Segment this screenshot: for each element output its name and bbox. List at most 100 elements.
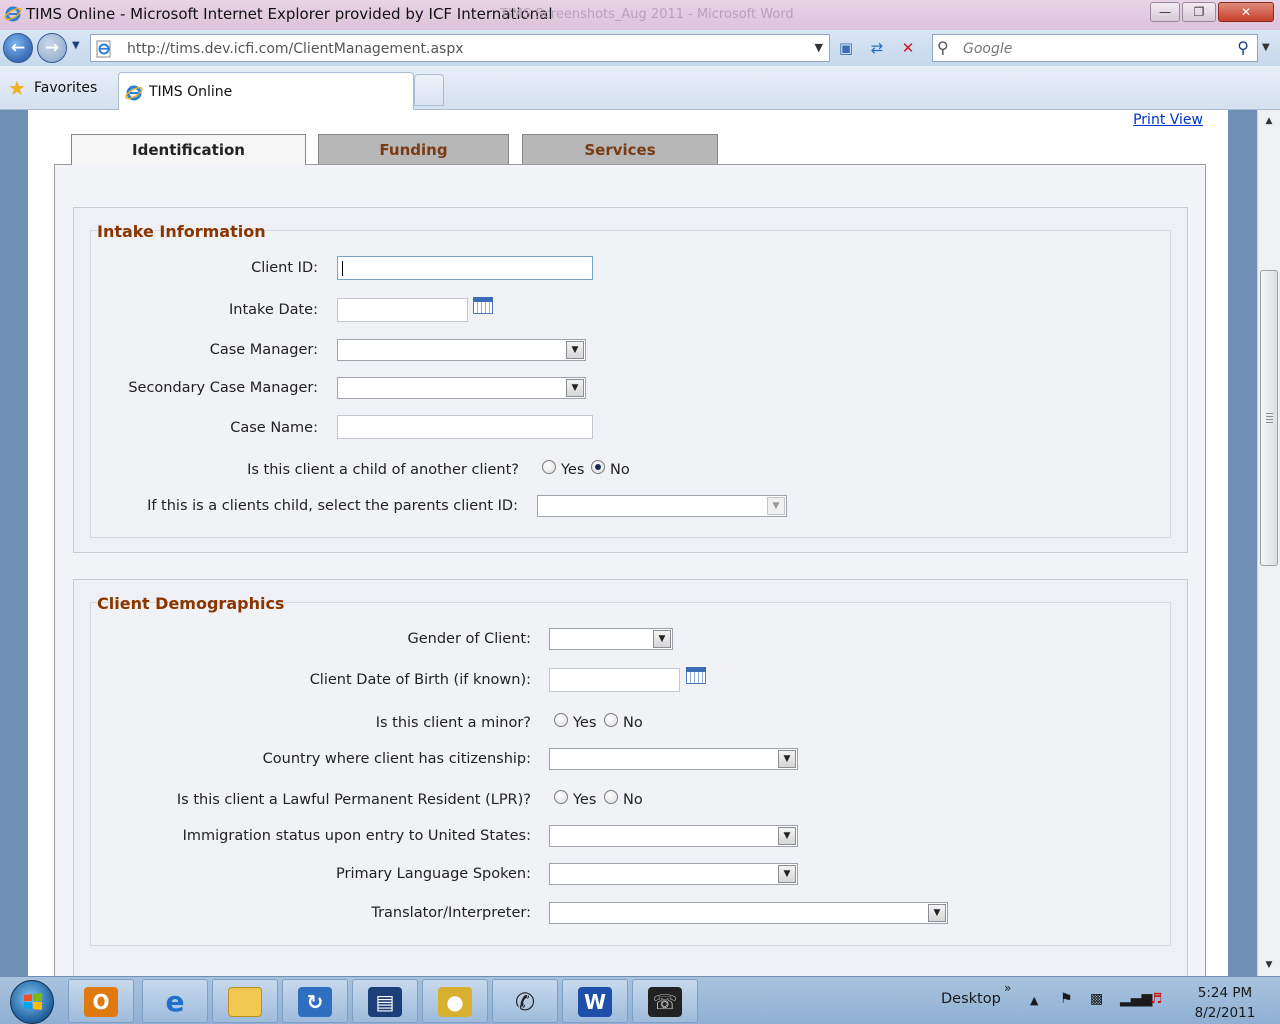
intake-section: Intake Information Client ID: Intake Dat… xyxy=(73,207,1188,553)
taskbar: O e ↻ ▤ ● ✆ W ☏ Desktop » ▲ ⚑ ▩ ▂▄▆ ♬ 5:… xyxy=(0,976,1280,1024)
primary-language-select[interactable]: ▼ xyxy=(549,863,798,885)
forward-button[interactable]: → xyxy=(37,33,67,63)
phone-taskbar-button[interactable]: ✆ xyxy=(492,979,558,1023)
browser-tab-title: TIMS Online xyxy=(149,84,233,100)
gender-select[interactable]: ▼ xyxy=(549,628,673,650)
device-icon[interactable]: ▩ xyxy=(1090,991,1103,1007)
gender-label: Gender of Client: xyxy=(407,631,532,647)
network-signal-icon[interactable]: ▂▄▆ xyxy=(1120,991,1152,1007)
browser-tab[interactable]: TIMS Online xyxy=(118,72,414,110)
search-provider-icon: ⚲ xyxy=(937,38,949,57)
minor-yes-radio[interactable] xyxy=(554,713,568,727)
chevron-down-icon: ▼ xyxy=(778,865,796,883)
desktop-toolbar-label[interactable]: Desktop xyxy=(941,991,1001,1007)
dialer-taskbar-button[interactable]: ☏ xyxy=(632,979,698,1023)
case-name-label: Case Name: xyxy=(230,420,318,436)
case-manager-select[interactable]: ▼ xyxy=(337,339,586,361)
minimize-button[interactable]: — xyxy=(1150,2,1180,22)
intake-date-input[interactable] xyxy=(337,298,468,322)
chevron-down-icon: ▼ xyxy=(928,904,946,922)
word-taskbar-button[interactable]: W xyxy=(562,979,628,1023)
show-hidden-icons-icon[interactable]: ▲ xyxy=(1030,994,1038,1007)
favorites-bar: ★ Favorites TIMS Online xyxy=(0,66,1280,110)
dob-input[interactable] xyxy=(549,668,680,692)
action-center-flag-icon[interactable]: ⚑ xyxy=(1060,991,1073,1007)
window-title-bar: TIMS Online - Microsoft Internet Explore… xyxy=(0,0,1280,30)
immigration-status-label: Immigration status upon entry to United … xyxy=(182,828,531,844)
url-field[interactable]: http://tims.dev.icfi.com/ClientManagemen… xyxy=(90,34,830,62)
calendar-icon[interactable] xyxy=(686,667,706,684)
child-no-radio[interactable] xyxy=(591,460,605,474)
scroll-down-icon[interactable]: ▼ xyxy=(1260,956,1278,974)
chevron-down-icon: ▼ xyxy=(767,497,785,515)
internet-explorer-icon xyxy=(125,85,143,101)
tab-identification[interactable]: Identification xyxy=(71,134,306,165)
start-button[interactable] xyxy=(10,980,54,1024)
minor-no-label: No xyxy=(623,715,643,731)
refresh-icon[interactable]: ⇄ xyxy=(866,38,888,60)
scroll-up-icon[interactable]: ▲ xyxy=(1260,112,1278,130)
network-taskbar-button[interactable]: ▤ xyxy=(352,979,418,1023)
dialer-icon: ☏ xyxy=(648,987,682,1017)
outlook-taskbar-button[interactable]: O xyxy=(68,979,134,1023)
calendar-icon[interactable] xyxy=(473,297,493,314)
parent-client-label: If this is a clients child, select the p… xyxy=(147,498,518,514)
minor-yes-label: Yes xyxy=(573,715,597,731)
internet-explorer-icon xyxy=(4,6,22,22)
intake-date-label: Intake Date: xyxy=(229,302,318,318)
secondary-case-manager-label: Secondary Case Manager: xyxy=(128,380,318,396)
citizenship-label: Country where client has citizenship: xyxy=(262,751,531,767)
phone-icon: ✆ xyxy=(514,988,536,1016)
url-text: http://tims.dev.icfi.com/ClientManagemen… xyxy=(127,41,464,57)
stop-icon[interactable]: ✕ xyxy=(897,38,919,60)
background-window-title: TIMS Screenshots_Aug 2011 - Microsoft Wo… xyxy=(500,7,794,22)
translator-select[interactable]: ▼ xyxy=(549,902,948,924)
case-name-input[interactable] xyxy=(337,415,593,439)
minor-no-radio[interactable] xyxy=(604,713,618,727)
page-content: Print View Identification Funding Servic… xyxy=(28,110,1228,976)
vertical-scrollbar[interactable]: ▲ ▼ xyxy=(1257,110,1280,976)
immigration-status-select[interactable]: ▼ xyxy=(549,825,798,847)
compatibility-view-icon[interactable]: ▣ xyxy=(835,38,857,60)
primary-language-label: Primary Language Spoken: xyxy=(336,866,531,882)
new-tab-button[interactable] xyxy=(414,74,444,106)
child-yes-radio[interactable] xyxy=(542,460,556,474)
folder-icon xyxy=(228,987,262,1017)
sync-taskbar-button[interactable]: ↻ xyxy=(282,979,348,1023)
lpr-yes-radio[interactable] xyxy=(554,790,568,804)
sync-icon: ↻ xyxy=(298,987,332,1017)
parent-client-select[interactable]: ▼ xyxy=(537,495,787,517)
search-dropdown-icon[interactable]: ▼ xyxy=(1262,42,1270,53)
demographics-section: Client Demographics Gender of Client: ▼ … xyxy=(73,579,1188,976)
lpr-no-label: No xyxy=(623,792,643,808)
print-view-link[interactable]: Print View xyxy=(1133,112,1203,128)
back-button[interactable]: ← xyxy=(3,33,33,63)
window-title: TIMS Online - Microsoft Internet Explore… xyxy=(26,5,553,23)
tab-funding[interactable]: Funding xyxy=(318,134,509,165)
citizenship-select[interactable]: ▼ xyxy=(549,748,798,770)
client-id-input[interactable] xyxy=(337,256,593,280)
tab-services[interactable]: Services xyxy=(522,134,718,165)
volume-muted-icon[interactable]: ♬ xyxy=(1150,991,1163,1007)
ie-taskbar-button[interactable]: e xyxy=(142,979,208,1023)
history-dropdown-icon[interactable]: ▼ xyxy=(72,40,80,51)
child-no-label: No xyxy=(610,462,630,478)
word-icon: W xyxy=(578,987,612,1017)
restore-button[interactable]: ❐ xyxy=(1182,2,1216,22)
toolbar-expand-icon[interactable]: » xyxy=(1004,981,1011,995)
search-placeholder: Google xyxy=(963,41,1013,57)
explorer-taskbar-button[interactable] xyxy=(212,979,278,1023)
system-clock[interactable]: 5:24 PM 8/2/2011 xyxy=(1190,983,1260,1023)
internet-explorer-icon: e xyxy=(165,985,185,1018)
favorites-button[interactable]: Favorites xyxy=(6,76,97,102)
vpn-taskbar-button[interactable]: ● xyxy=(422,979,488,1023)
address-toolbar: ← → ▼ http://tims.dev.icfi.com/ClientMan… xyxy=(0,30,1280,66)
scrollbar-thumb[interactable] xyxy=(1260,270,1278,566)
secondary-case-manager-select[interactable]: ▼ xyxy=(337,377,586,399)
search-field[interactable]: ⚲ Google ⚲ xyxy=(932,34,1258,62)
url-dropdown-icon[interactable]: ▼ xyxy=(815,41,823,54)
search-icon[interactable]: ⚲ xyxy=(1237,38,1249,57)
clock-date: 8/2/2011 xyxy=(1194,1005,1256,1021)
close-button[interactable]: ✕ xyxy=(1218,2,1274,22)
lpr-no-radio[interactable] xyxy=(604,790,618,804)
